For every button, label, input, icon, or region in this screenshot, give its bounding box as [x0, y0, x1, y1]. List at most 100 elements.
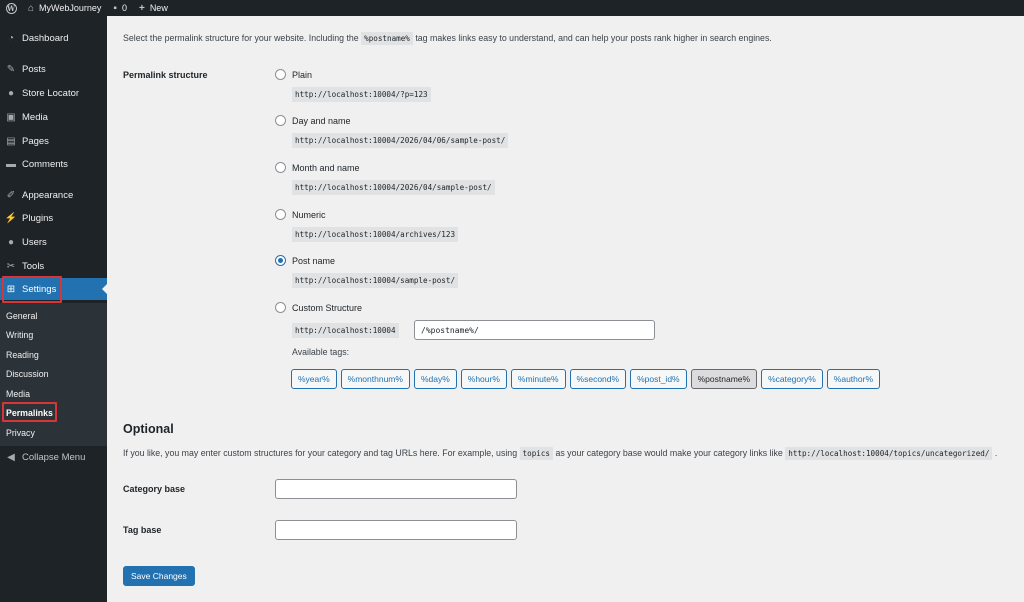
tag-base-input[interactable] [275, 520, 517, 540]
comments-count: 0 [121, 3, 127, 13]
radio-custom-structure[interactable] [275, 302, 286, 313]
sidebar-item-users[interactable]: ● Users [0, 231, 107, 253]
brush-icon: ✐ [6, 189, 16, 201]
sidebar-item-appearance[interactable]: ✐ Appearance [0, 184, 107, 206]
option-day-and-name[interactable]: Day and name [275, 115, 351, 126]
option-label: Post name [292, 255, 336, 266]
submenu-item-writing[interactable]: Writing [6, 330, 33, 340]
sidebar-item-media[interactable]: ▣ Media [0, 106, 107, 128]
available-tags-list: %year% %monthnum% %day% %hour% %minute% … [291, 369, 884, 389]
sidebar-item-label: Users [22, 236, 47, 248]
option-custom-structure[interactable]: Custom Structure [275, 302, 362, 313]
option-plain[interactable]: Plain [275, 69, 312, 80]
sidebar-item-posts[interactable]: ✎ Posts [0, 58, 107, 80]
submenu-item-media[interactable]: Media [6, 389, 30, 399]
tag-button-second[interactable]: %second% [569, 369, 627, 389]
example-numeric: http://localhost:10004/archives/123 [292, 227, 459, 242]
category-base-label: Category base [123, 484, 186, 494]
dashboard-icon: ◔ [7, 32, 15, 44]
admin-bar: W ⌂ MyWebJourney ▪ 0 + New [0, 0, 1024, 16]
sidebar-item-tools[interactable]: ✂ Tools [0, 255, 107, 277]
sidebar-item-label: Tools [22, 260, 45, 272]
main-content: Select the permalink structure for your … [107, 16, 1024, 602]
option-label: Day and name [292, 115, 351, 126]
radio-plain[interactable] [275, 69, 286, 80]
sidebar-item-label: Media [22, 111, 48, 123]
admin-sidebar: ◔ Dashboard ✎ Posts ● Store Locator ▣ Me… [0, 16, 107, 602]
optional-code-topics: topics [519, 447, 553, 460]
comment-bubble-icon: ▪ [113, 2, 117, 14]
option-label: Numeric [292, 209, 326, 220]
tag-button-post-id[interactable]: %post_id% [630, 369, 687, 389]
wordpress-logo-icon[interactable]: W [0, 0, 22, 16]
option-label: Custom Structure [292, 302, 363, 313]
new-content-link[interactable]: + New [133, 0, 174, 16]
sidebar-item-label: Store Locator [22, 87, 80, 99]
example-post-name: http://localhost:10004/sample-post/ [292, 273, 459, 288]
plugin-icon: ⚡ [4, 212, 18, 224]
collapse-arrow-icon: ◀ [7, 451, 15, 463]
sidebar-item-label: Pages [22, 135, 49, 147]
sidebar-item-pages[interactable]: ▤ Pages [0, 130, 107, 152]
option-numeric[interactable]: Numeric [275, 209, 326, 220]
radio-post-name[interactable] [275, 255, 286, 266]
option-label: Plain [292, 69, 313, 80]
example-day-and-name: http://localhost:10004/2026/04/06/sample… [292, 133, 509, 148]
media-icon: ▣ [6, 111, 16, 123]
radio-day-and-name[interactable] [275, 115, 286, 126]
tag-button-year[interactable]: %year% [291, 369, 337, 389]
optional-text-after: . [994, 448, 998, 458]
intro-code-postname: %postname% [361, 32, 413, 45]
settings-highlight-box [2, 276, 62, 303]
optional-code-example-url: http://localhost:10004/topics/uncategori… [785, 447, 993, 460]
sidebar-item-label: Dashboard [22, 32, 69, 44]
intro-text-after: tag makes links easy to understand, and … [415, 33, 772, 43]
tag-button-day[interactable]: %day% [413, 369, 457, 389]
submenu-item-general[interactable]: General [6, 311, 37, 321]
new-label: New [149, 3, 168, 13]
permalinks-highlight-box [2, 402, 57, 422]
category-base-input[interactable] [275, 479, 517, 499]
submenu-item-reading[interactable]: Reading [6, 350, 39, 360]
optional-heading: Optional [123, 422, 174, 436]
tag-button-hour[interactable]: %hour% [460, 369, 507, 389]
intro-description: Select the permalink structure for your … [123, 32, 772, 45]
sidebar-item-dashboard[interactable]: ◔ Dashboard [0, 27, 107, 49]
sidebar-item-store-locator[interactable]: ● Store Locator [0, 82, 107, 104]
submenu-item-privacy[interactable]: Privacy [6, 428, 35, 438]
collapse-menu-button[interactable]: ◀ Collapse Menu [0, 446, 107, 468]
comment-icon: ▬ [6, 158, 16, 170]
option-month-and-name[interactable]: Month and name [275, 162, 360, 173]
tag-button-minute[interactable]: %minute% [510, 369, 566, 389]
sidebar-item-label: Comments [22, 158, 68, 170]
site-name-link[interactable]: ⌂ MyWebJourney [22, 0, 107, 16]
sidebar-item-label: Appearance [22, 189, 74, 201]
custom-structure-prefix: http://localhost:10004 [292, 323, 399, 338]
tag-button-postname[interactable]: %postname% [690, 369, 758, 389]
option-label: Month and name [292, 162, 360, 173]
example-month-and-name: http://localhost:10004/2026/04/sample-po… [292, 180, 495, 195]
custom-structure-input[interactable]: /%postname%/ [414, 320, 655, 340]
home-icon: ⌂ [28, 2, 35, 14]
sidebar-item-plugins[interactable]: ⚡ Plugins [0, 207, 107, 229]
tag-button-category[interactable]: %category% [761, 369, 823, 389]
optional-text-mid: as your category base would make your ca… [555, 448, 783, 458]
submenu-item-discussion[interactable]: Discussion [6, 369, 49, 379]
pages-icon: ▤ [6, 135, 16, 147]
tag-button-monthnum[interactable]: %monthnum% [340, 369, 410, 389]
permalink-structure-label: Permalink structure [123, 70, 208, 80]
comments-link[interactable]: ▪ 0 [107, 0, 133, 16]
save-changes-button[interactable]: Save Changes [123, 566, 195, 586]
radio-numeric[interactable] [275, 209, 286, 220]
sidebar-item-comments[interactable]: ▬ Comments [0, 153, 107, 175]
collapse-menu-label: Collapse Menu [22, 451, 86, 463]
tag-button-author[interactable]: %author% [826, 369, 880, 389]
settings-submenu: General Writing Reading Discussion Media… [0, 303, 107, 446]
option-post-name[interactable]: Post name [275, 255, 335, 266]
optional-text-before: If you like, you may enter custom struct… [123, 448, 518, 458]
optional-description: If you like, you may enter custom struct… [123, 447, 998, 460]
location-pin-icon: ● [7, 87, 15, 99]
radio-month-and-name[interactable] [275, 162, 286, 173]
example-plain: http://localhost:10004/?p=123 [292, 87, 431, 102]
users-icon: ● [7, 236, 15, 248]
